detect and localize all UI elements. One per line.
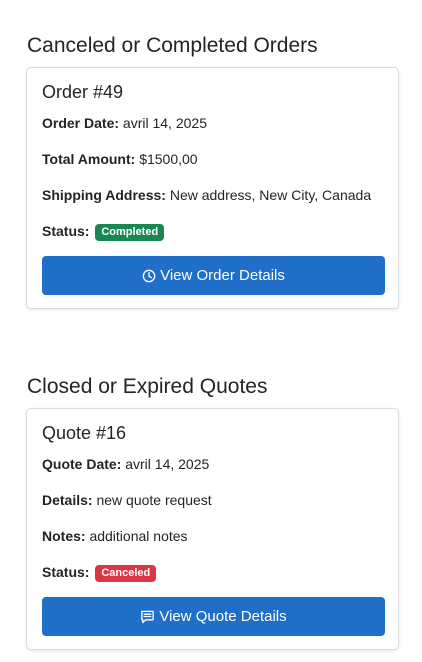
quote-details-value: new quote request bbox=[96, 492, 212, 508]
total-amount-label: Total Amount: bbox=[42, 151, 136, 167]
quote-date-row: Quote Date: avril 14, 2025 bbox=[42, 455, 209, 473]
quote-date-value: avril 14, 2025 bbox=[125, 456, 210, 472]
order-title: Order #49 bbox=[42, 82, 124, 102]
status-badge-completed: Completed bbox=[95, 224, 165, 241]
shipping-address-label: Shipping Address: bbox=[42, 187, 166, 203]
view-quote-details-button[interactable]: View Quote Details bbox=[42, 597, 385, 636]
message-icon bbox=[140, 610, 155, 624]
quote-card: Quote #16 Quote Date: avril 14, 2025 Det… bbox=[26, 408, 399, 650]
quote-notes-row: Notes: additional notes bbox=[42, 527, 188, 545]
quote-details-label: Details: bbox=[42, 492, 93, 508]
clock-icon bbox=[142, 269, 156, 283]
quote-notes-label: Notes: bbox=[42, 528, 86, 544]
order-date-label: Order Date: bbox=[42, 115, 120, 131]
total-amount-value: $1500,00 bbox=[139, 151, 198, 167]
quote-details-row: Details: new quote request bbox=[42, 491, 212, 509]
quote-notes-value: additional notes bbox=[89, 528, 188, 544]
shipping-address-value: New address, New City, Canada bbox=[169, 187, 372, 203]
order-card: Order #49 Order Date: avril 14, 2025 Tot… bbox=[26, 67, 399, 309]
quotes-section-title: Closed or Expired Quotes bbox=[27, 375, 268, 398]
order-date-value: avril 14, 2025 bbox=[122, 115, 207, 131]
order-status-label: Status: bbox=[42, 223, 90, 239]
quote-status-row: Status: Canceled bbox=[42, 563, 157, 582]
page: Canceled or Completed Orders Order #49 O… bbox=[0, 0, 422, 662]
order-date-row: Order Date: avril 14, 2025 bbox=[42, 114, 207, 132]
quote-title: Quote #16 bbox=[42, 423, 127, 443]
quote-date-label: Quote Date: bbox=[42, 456, 122, 472]
total-amount-row: Total Amount: $1500,00 bbox=[42, 150, 198, 168]
orders-section-title: Canceled or Completed Orders bbox=[27, 34, 318, 57]
status-badge-canceled: Canceled bbox=[95, 565, 157, 582]
quote-status-label: Status: bbox=[42, 564, 90, 580]
order-status-row: Status: Completed bbox=[42, 222, 165, 241]
view-quote-details-label: View Quote Details bbox=[159, 608, 287, 625]
shipping-address-row: Shipping Address: New address, New City,… bbox=[42, 186, 371, 204]
view-order-details-button[interactable]: View Order Details bbox=[42, 256, 385, 295]
view-order-details-label: View Order Details bbox=[160, 267, 285, 284]
